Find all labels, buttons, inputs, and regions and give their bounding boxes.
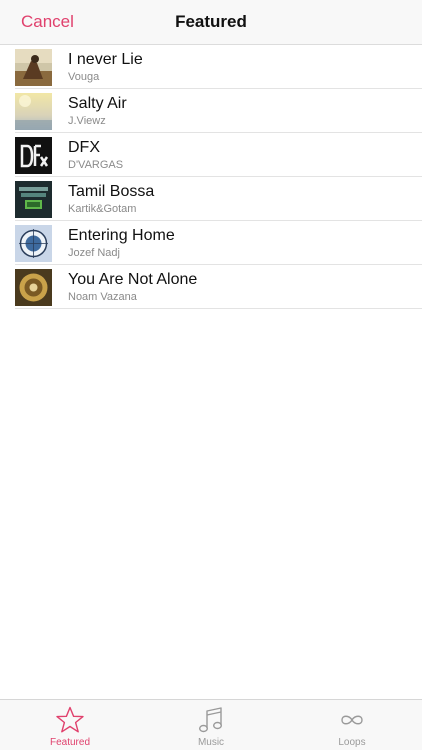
track-title: Entering Home [68, 227, 175, 244]
track-artist: Noam Vazana [68, 291, 137, 303]
tab-music[interactable]: Music [141, 700, 281, 751]
album-artwork [15, 49, 52, 86]
list-item[interactable]: DFX D'VARGAS [15, 133, 422, 177]
navigation-bar: Cancel Featured [0, 0, 422, 45]
list-item[interactable]: You Are Not Alone Noam Vazana [15, 265, 422, 309]
track-title: You Are Not Alone [68, 271, 198, 288]
tab-label: Featured [49, 737, 91, 748]
track-artist: D'VARGAS [68, 159, 124, 171]
track-artist: Kartik&Gotam [68, 203, 137, 215]
tab-label: Music [197, 737, 225, 748]
list-item[interactable]: Entering Home Jozef Nadj [15, 221, 422, 265]
music-note-icon [199, 707, 223, 733]
album-artwork [15, 225, 52, 262]
album-artwork [15, 93, 52, 130]
track-artist: J.Viewz [68, 115, 106, 127]
tab-label: Loops [338, 737, 366, 748]
track-title: Salty Air [68, 95, 127, 112]
list-item[interactable]: Tamil Bossa Kartik&Gotam [15, 177, 422, 221]
track-title: DFX [68, 139, 100, 156]
tab-bar: Featured Music Loops [0, 699, 422, 750]
tab-loops[interactable]: Loops [282, 700, 422, 751]
star-icon [56, 706, 84, 733]
infinity-icon [341, 715, 363, 725]
album-artwork [15, 181, 52, 218]
track-title: Tamil Bossa [68, 183, 155, 200]
track-title: I never Lie [68, 51, 143, 68]
track-artist: Jozef Nadj [68, 247, 120, 259]
page-title: Featured [175, 12, 247, 31]
tab-featured[interactable]: Featured [0, 700, 140, 751]
album-artwork [15, 137, 52, 174]
list-item[interactable]: Salty Air J.Viewz [15, 89, 422, 133]
list-item[interactable]: I never Lie Vouga [15, 45, 422, 89]
track-artist: Vouga [68, 71, 100, 83]
track-list: I never Lie Vouga Salty Air J.Viewz DFX … [0, 45, 422, 309]
album-artwork [15, 269, 52, 306]
